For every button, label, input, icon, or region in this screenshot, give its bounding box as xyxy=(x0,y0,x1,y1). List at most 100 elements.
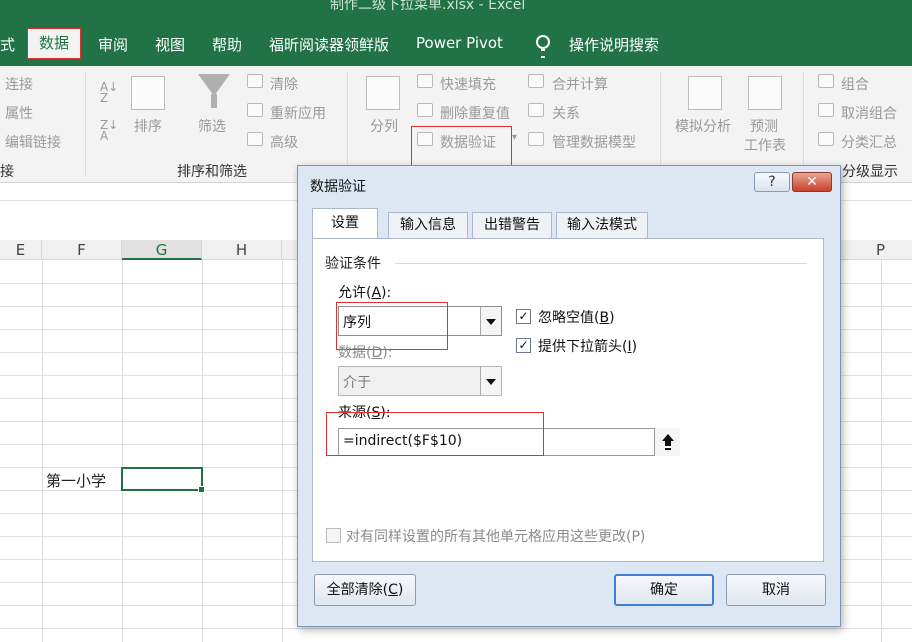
tab-settings[interactable]: 设置 xyxy=(312,208,378,239)
consolidate-icon[interactable] xyxy=(528,74,544,88)
connections-button[interactable]: 连接 xyxy=(5,74,33,94)
column-header-g[interactable]: G xyxy=(122,240,202,260)
data-value: 介于 xyxy=(343,375,371,391)
help-button[interactable]: ? xyxy=(754,172,790,192)
apply-all-label: 对有同样设置的所有其他单元格应用这些更改(P) xyxy=(346,529,646,545)
grid-line xyxy=(0,628,912,629)
data-label: 数据(D): xyxy=(338,345,393,361)
filter-funnel-icon[interactable] xyxy=(198,74,230,108)
ribbon-separator xyxy=(85,72,86,176)
data-model-icon[interactable] xyxy=(528,132,544,146)
reapply-icon[interactable] xyxy=(247,103,263,117)
text-to-columns-icon[interactable] xyxy=(366,76,400,110)
sort-za-icon[interactable]: Z↓ A xyxy=(100,119,118,142)
flash-fill-button[interactable]: 快速填充 xyxy=(440,74,496,94)
group-label-outline: 分级显示 xyxy=(842,164,898,180)
group-icon[interactable] xyxy=(818,74,834,88)
subtotal-button[interactable]: 分类汇总 xyxy=(841,132,897,152)
grid-line xyxy=(202,260,203,642)
forecast-sheet-icon[interactable] xyxy=(748,76,782,110)
tab-error-alert[interactable]: 出错警告 xyxy=(472,212,552,239)
remove-duplicates-button[interactable]: 删除重复值 xyxy=(440,103,510,123)
advanced-filter-icon[interactable] xyxy=(247,132,263,146)
collapse-dialog-icon[interactable] xyxy=(654,428,680,456)
tab-power-pivot[interactable]: Power Pivot xyxy=(416,34,503,52)
ignore-blank-label[interactable]: 忽略空值(B) xyxy=(538,307,615,327)
remove-duplicates-icon[interactable] xyxy=(417,103,433,117)
chevron-down-icon xyxy=(480,367,501,395)
what-if-analysis-button[interactable]: 模拟分析 xyxy=(675,116,731,136)
ungroup-button[interactable]: 取消组合 xyxy=(841,103,897,123)
relationships-icon[interactable] xyxy=(528,103,544,117)
forecast-label-2[interactable]: 工作表 xyxy=(744,135,786,155)
sort-dialog-icon[interactable] xyxy=(131,76,165,110)
group-label-connections: 接 xyxy=(0,164,14,180)
grid-line xyxy=(881,260,882,642)
what-if-analysis-icon[interactable] xyxy=(688,76,722,110)
properties-button[interactable]: 属性 xyxy=(5,103,33,123)
chevron-down-icon[interactable] xyxy=(480,307,501,335)
ribbon-tab-bar: 式 数据 审阅 视图 帮助 福昕阅读器领鲜版 Power Pivot 操作说明搜… xyxy=(0,16,912,66)
in-cell-dropdown-checkbox[interactable]: ✓ xyxy=(516,338,531,353)
tab-format[interactable]: 式 xyxy=(0,34,15,55)
subtotal-icon[interactable] xyxy=(818,132,834,146)
grid-line xyxy=(122,260,123,642)
reapply-button[interactable]: 重新应用 xyxy=(270,103,326,123)
consolidate-button[interactable]: 合并计算 xyxy=(552,74,608,94)
window-title: 制作二级下拉菜单.xlsx - Excel xyxy=(330,0,526,13)
cell-f10-value[interactable]: 第一小学 xyxy=(46,470,106,491)
allow-label: 允许(A): xyxy=(338,285,392,301)
ribbon-separator xyxy=(803,72,804,176)
column-header-h[interactable]: H xyxy=(202,240,282,260)
lightbulb-icon xyxy=(536,35,550,58)
ribbon-separator xyxy=(660,72,661,176)
highlight-frame xyxy=(411,126,512,167)
chevron-down-icon[interactable]: ▾ xyxy=(512,132,517,143)
clear-all-button[interactable]: 全部清除(C) xyxy=(314,574,416,606)
dialog-title: 数据验证 xyxy=(310,179,366,195)
tab-help[interactable]: 帮助 xyxy=(212,34,242,55)
tab-foxit[interactable]: 福昕阅读器领鲜版 xyxy=(269,34,389,55)
apply-all-checkbox xyxy=(326,528,341,543)
flash-fill-icon[interactable] xyxy=(417,74,433,88)
column-header-e[interactable]: E xyxy=(0,240,42,260)
in-cell-dropdown-label[interactable]: 提供下拉箭头(I) xyxy=(538,336,637,356)
forecast-label-1[interactable]: 预测 xyxy=(750,116,778,136)
close-button[interactable]: ✕ xyxy=(792,172,832,192)
grid-line xyxy=(42,260,43,642)
title-bar: 制作二级下拉菜单.xlsx - Excel xyxy=(0,0,912,16)
cancel-button[interactable]: 取消 xyxy=(726,574,826,606)
section-divider xyxy=(395,263,807,264)
sort-az-icon[interactable]: A↓ Z xyxy=(100,81,118,104)
tab-view[interactable]: 视图 xyxy=(155,34,185,55)
clear-filter-icon[interactable] xyxy=(247,74,263,88)
column-header-f[interactable]: F xyxy=(42,240,122,260)
data-select: 介于 xyxy=(338,366,502,396)
clear-filter-button[interactable]: 清除 xyxy=(270,74,298,94)
validation-criteria-label: 验证条件 xyxy=(325,256,381,272)
relationships-button[interactable]: 关系 xyxy=(552,103,580,123)
tab-ime-mode[interactable]: 输入法模式 xyxy=(556,212,648,239)
column-header-i[interactable] xyxy=(282,240,298,260)
text-to-columns-button[interactable]: 分列 xyxy=(370,116,398,136)
grid-line xyxy=(282,260,283,642)
advanced-filter-button[interactable]: 高级 xyxy=(270,132,298,152)
edit-links-button[interactable]: 编辑链接 xyxy=(5,132,61,152)
tell-me-search[interactable]: 操作说明搜索 xyxy=(569,34,659,55)
ungroup-icon[interactable] xyxy=(818,103,834,117)
manage-data-model-button[interactable]: 管理数据模型 xyxy=(552,132,636,152)
ok-button[interactable]: 确定 xyxy=(614,574,714,606)
group-label-sort-filter: 排序和筛选 xyxy=(177,164,247,180)
column-header-p[interactable]: P xyxy=(841,240,912,260)
active-cell-g10[interactable] xyxy=(121,467,205,493)
ribbon-separator xyxy=(347,72,348,176)
tab-data[interactable]: 数据 xyxy=(27,28,81,59)
highlight-frame xyxy=(326,412,544,456)
data-validation-dialog: 数据验证 ? ✕ 设置 输入信息 出错警告 输入法模式 验证条件 允许(A): … xyxy=(297,165,841,627)
filter-button[interactable]: 筛选 xyxy=(198,116,226,136)
tab-review[interactable]: 审阅 xyxy=(98,34,128,55)
sort-button[interactable]: 排序 xyxy=(134,116,162,136)
ignore-blank-checkbox[interactable]: ✓ xyxy=(516,309,531,324)
tab-input-message[interactable]: 输入信息 xyxy=(388,212,468,239)
group-button[interactable]: 组合 xyxy=(841,74,869,94)
